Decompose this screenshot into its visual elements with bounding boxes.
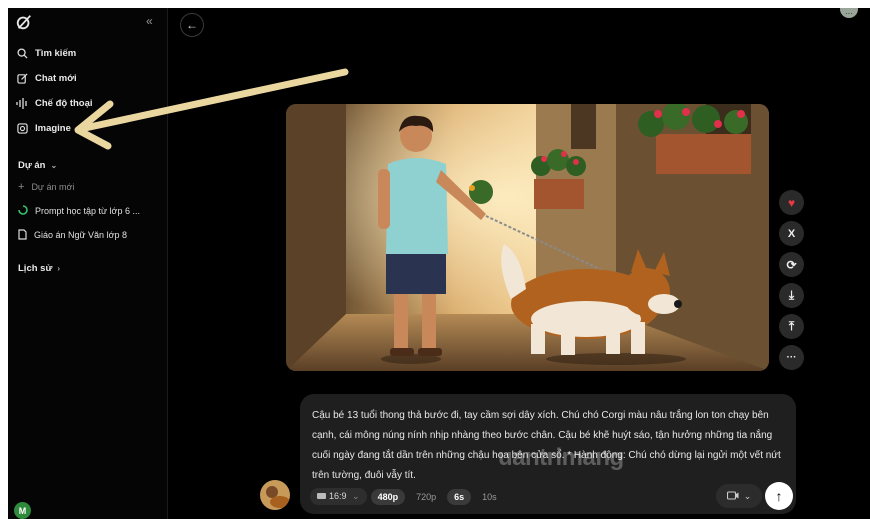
generation-options: 16:9 ⌄ 480p 720p 6s 10s: [310, 488, 504, 505]
nav-imagine-label: Imagine: [35, 122, 71, 134]
more-icon: ···: [786, 352, 797, 363]
edit-icon: [16, 72, 28, 84]
regenerate-button[interactable]: ⟳: [779, 252, 804, 277]
user-avatar[interactable]: M: [14, 502, 31, 519]
history-title: Lịch sử: [18, 263, 53, 274]
nav-search[interactable]: Tìm kiếm: [16, 44, 76, 62]
aspect-ratio-value: 16:9: [329, 491, 347, 501]
chevron-down-icon: ⌄: [743, 490, 752, 501]
download-icon: ⤓: [788, 288, 795, 302]
chevron-down-icon: ⌄: [50, 161, 58, 170]
chevron-right-icon: ›: [57, 264, 61, 273]
download-button[interactable]: ⤓: [779, 283, 804, 308]
nav-voice-mode-label: Chế độ thoại: [35, 97, 93, 109]
watermark-text: uantrimang: [498, 444, 624, 471]
chevron-down-icon: ⌄: [352, 491, 360, 501]
document-icon: [18, 228, 27, 242]
plus-icon: +: [18, 181, 25, 193]
refresh-icon: ⟳: [786, 257, 797, 272]
video-camera-icon: [726, 490, 739, 502]
sidebar: « Tìm kiếm Chat mới Chế độ thoại Imagine: [8, 8, 168, 519]
project-item-lesson[interactable]: Giáo án Ngữ Văn lớp 8: [18, 227, 127, 243]
video-mode-button[interactable]: ⌄: [716, 484, 762, 508]
upload-icon: ⤒: [788, 319, 795, 333]
top-menu-button[interactable]: ···: [840, 8, 858, 18]
send-button[interactable]: ↑: [765, 482, 793, 510]
project-item-prompt-label: Prompt học tập từ lớp 6 ...: [35, 206, 140, 216]
nav-new-chat-label: Chat mới: [35, 72, 77, 84]
generated-image[interactable]: [286, 104, 769, 371]
duration-6s[interactable]: 6s: [447, 488, 472, 505]
duration-10s[interactable]: 10s: [475, 489, 504, 505]
nav-imagine[interactable]: Imagine: [16, 119, 71, 137]
like-button[interactable]: ♥: [779, 190, 804, 215]
history-section-toggle[interactable]: Lịch sử ›: [18, 263, 60, 274]
heart-icon: ♥: [787, 195, 796, 210]
aspect-ratio-select[interactable]: 16:9 ⌄: [310, 488, 367, 505]
upload-button[interactable]: ⤒: [779, 314, 804, 339]
nav-search-label: Tìm kiếm: [35, 47, 77, 59]
grok-logo-icon[interactable]: [15, 13, 33, 31]
search-icon: [16, 47, 28, 59]
image-thumbnail[interactable]: [260, 480, 290, 510]
back-button[interactable]: ←: [180, 13, 204, 37]
resolution-720p[interactable]: 720p: [409, 489, 443, 505]
project-item-prompt[interactable]: Prompt học tập từ lớp 6 ...: [18, 203, 140, 219]
boy-walking-corgi-image: [286, 104, 769, 371]
nav-voice-mode[interactable]: Chế độ thoại: [16, 94, 93, 112]
voice-wave-icon: [16, 97, 28, 109]
x-logo-icon: X: [787, 227, 796, 240]
aspect-icon: [317, 493, 326, 499]
image-icon: [16, 122, 28, 134]
share-x-button[interactable]: X: [779, 221, 804, 246]
project-item-lesson-label: Giáo án Ngữ Văn lớp 8: [34, 230, 127, 240]
new-project-label: Dự án mới: [31, 182, 75, 192]
app-window: « Tìm kiếm Chat mới Chế độ thoại Imagine: [8, 8, 870, 519]
new-project-item[interactable]: + Dự án mới: [18, 179, 74, 195]
projects-section-toggle[interactable]: Dự án ⌄: [18, 160, 57, 171]
progress-icon: [18, 205, 28, 217]
more-button[interactable]: ···: [779, 345, 804, 370]
resolution-480p[interactable]: 480p: [370, 488, 406, 505]
collapse-sidebar-button[interactable]: «: [146, 14, 153, 28]
projects-title: Dự án: [18, 160, 46, 171]
nav-new-chat[interactable]: Chat mới: [16, 69, 77, 87]
